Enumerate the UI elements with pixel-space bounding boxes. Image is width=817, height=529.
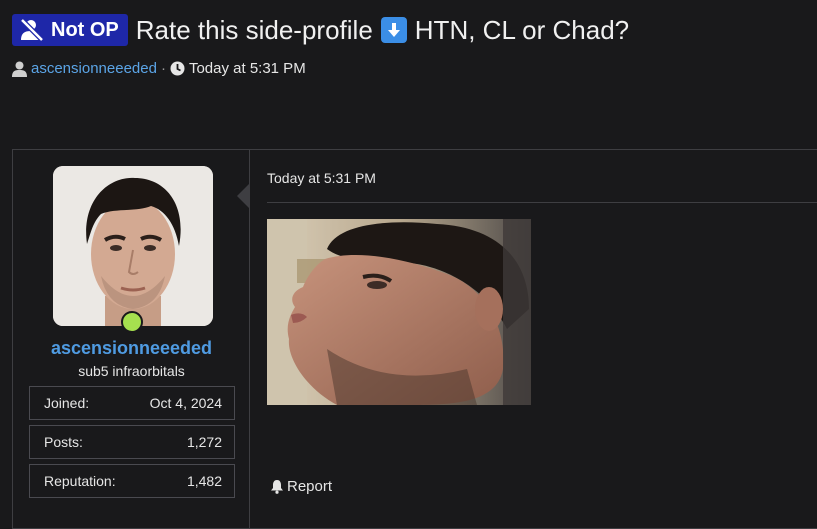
post-attached-image[interactable]: [267, 219, 531, 405]
meta-separator: ·: [160, 60, 166, 77]
arrow-down-emoji-icon: [380, 17, 407, 43]
stat-value: Oct 4, 2024: [149, 395, 222, 411]
prefix-label: Not OP: [51, 18, 119, 41]
report-label: Report: [287, 478, 333, 495]
clock-icon: [170, 61, 185, 76]
post-header-divider: [267, 202, 817, 203]
report-button[interactable]: Report: [270, 478, 332, 495]
thread-author-link[interactable]: ascensionneeeded: [31, 60, 157, 77]
post-date-link[interactable]: Today at 5:31 PM: [267, 170, 376, 186]
bell-icon: [271, 480, 283, 494]
thread-header: Not OP Rate this side-profile HTN, CL or…: [12, 14, 629, 46]
stat-value: 1,272: [186, 434, 222, 450]
user-icon: [12, 61, 27, 77]
post-user-cell: ascensionneeeded sub5 infraorbitals Join…: [13, 150, 250, 528]
thread-meta: ascensionneeeded · Today at 5:31 PM: [12, 60, 306, 77]
stat-reputation: Reputation: 1,482: [29, 464, 235, 498]
stat-posts: Posts: 1,272: [29, 425, 235, 459]
thread-date-link[interactable]: Today at 5:31 PM: [189, 60, 306, 77]
not-op-prefix-badge[interactable]: Not OP: [12, 14, 128, 46]
thread-title-suffix: HTN, CL or Chad?: [414, 14, 630, 45]
thread-title-text: Rate this side-profile: [135, 14, 373, 45]
stat-label: Reputation:: [44, 473, 116, 489]
thread-title: Rate this side-profile HTN, CL or Chad?: [136, 15, 629, 46]
post-container: ascensionneeeded sub5 infraorbitals Join…: [12, 149, 817, 529]
no-user-icon: [20, 19, 44, 41]
stat-value: 1,482: [186, 473, 222, 489]
post-username[interactable]: ascensionneeeded: [13, 338, 250, 359]
online-status-indicator: [121, 311, 143, 333]
message-pointer-arrow: [237, 183, 250, 209]
stat-label: Joined:: [44, 395, 90, 411]
stat-label: Posts:: [44, 434, 83, 450]
stat-joined: Joined: Oct 4, 2024: [29, 386, 235, 420]
user-avatar[interactable]: [53, 166, 213, 326]
user-title: sub5 infraorbitals: [78, 363, 185, 379]
